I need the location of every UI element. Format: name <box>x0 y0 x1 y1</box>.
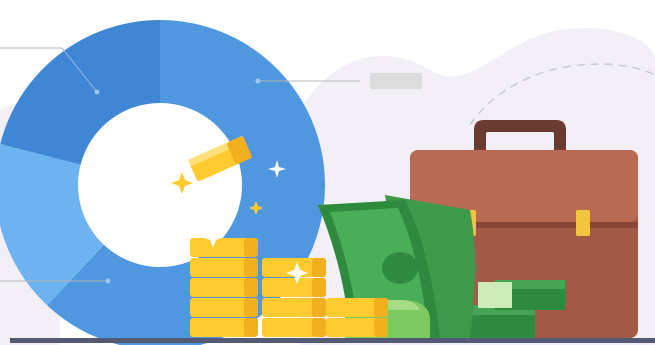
briefcase-clasp-right <box>576 210 590 236</box>
gold-coin-shade <box>244 278 258 297</box>
sparkle-icon <box>171 172 193 194</box>
gold-coin-shade <box>312 298 326 317</box>
gold-coin-shade <box>312 258 326 277</box>
gold-coin-shade <box>244 258 258 277</box>
gold-coin-shade <box>374 318 388 337</box>
floor-line <box>10 338 655 343</box>
donut-slice <box>0 20 161 165</box>
leader-dot-right <box>255 78 261 84</box>
gold-coin-shade <box>312 278 326 297</box>
leader-dot-top-left <box>94 89 100 95</box>
coin-stack <box>190 238 258 337</box>
gold-coin-shade <box>374 298 388 317</box>
gold-coin-shade <box>312 318 326 337</box>
leader-dot-bottom-left <box>105 278 111 284</box>
label-box <box>370 73 422 89</box>
gold-coin-shade <box>244 318 258 337</box>
gold-coin-shade <box>244 238 258 257</box>
finance-illustration <box>0 20 655 345</box>
banknote-emblem <box>382 252 418 284</box>
gold-coin-shade <box>244 298 258 317</box>
